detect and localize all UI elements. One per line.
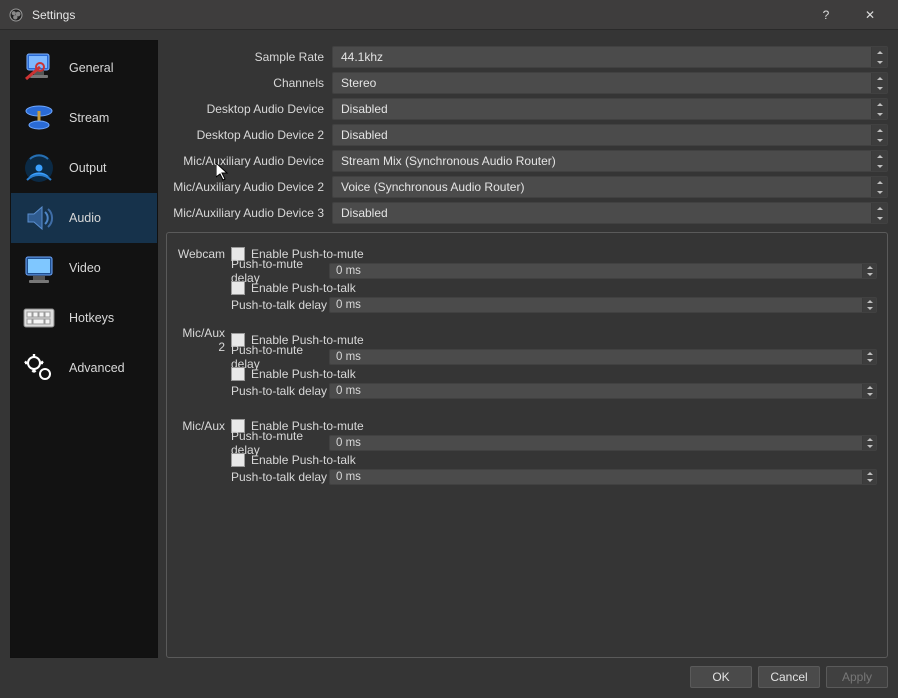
ok-label: OK (712, 670, 729, 684)
numedit-value: 0 ms (336, 385, 361, 397)
push-to-talk-label: Enable Push-to-talk (251, 453, 356, 467)
field-combo[interactable]: Stream Mix (Synchronous Audio Router) (332, 150, 888, 172)
push-to-mute-delay-input[interactable]: 0 ms (329, 349, 877, 365)
field-combo[interactable]: Disabled (332, 124, 888, 146)
help-icon: ? (823, 8, 830, 22)
push-to-talk-checkbox[interactable] (231, 453, 245, 467)
app-icon (8, 7, 24, 23)
numedit-value: 0 ms (336, 299, 361, 311)
field-combo[interactable]: Disabled (332, 98, 888, 120)
advanced-icon (19, 348, 59, 388)
field-combo[interactable]: 44.1khz (332, 46, 888, 68)
field-row: Desktop Audio Device 2 Disabled (166, 122, 888, 148)
sidebar-item-audio[interactable]: Audio (11, 193, 157, 243)
sidebar-item-label: Video (69, 261, 101, 275)
sidebar-item-output[interactable]: Output (11, 143, 157, 193)
sidebar-item-label: General (69, 61, 113, 75)
dialog-footer: OK Cancel Apply (10, 658, 888, 688)
sidebar-item-general[interactable]: General (11, 43, 157, 93)
output-icon (19, 148, 59, 188)
video-icon (19, 248, 59, 288)
combo-value: Voice (Synchronous Audio Router) (341, 180, 524, 194)
field-row: Mic/Auxiliary Audio Device 2 Voice (Synch… (166, 174, 888, 200)
apply-button[interactable]: Apply (826, 666, 888, 688)
stream-icon (19, 98, 59, 138)
sidebar-item-hotkeys[interactable]: Hotkeys (11, 293, 157, 343)
device-push-settings: WebcamEnable Push-to-mutePush-to-mute de… (166, 232, 888, 658)
device-name: Webcam (177, 247, 231, 261)
push-to-talk-label: Enable Push-to-talk (251, 281, 356, 295)
settings-main: Sample Rate 44.1khz Channels Stereo Desktop … (166, 40, 888, 658)
push-to-talk-delay-label: Push-to-talk delay (231, 384, 329, 398)
push-to-talk-delay-input[interactable]: 0 ms (329, 297, 877, 313)
sidebar-item-advanced[interactable]: Advanced (11, 343, 157, 393)
push-to-mute-delay-input[interactable]: 0 ms (329, 435, 877, 451)
sidebar-item-video[interactable]: Video (11, 243, 157, 293)
field-label: Mic/Auxiliary Audio Device (166, 154, 332, 168)
combo-value: 44.1khz (341, 50, 383, 64)
field-row: Sample Rate 44.1khz (166, 44, 888, 70)
device-block: Mic/AuxEnable Push-to-mutePush-to-mute d… (177, 417, 877, 485)
field-label: Channels (166, 76, 332, 90)
sidebar-item-label: Advanced (69, 361, 125, 375)
combo-value: Disabled (341, 102, 388, 116)
numedit-value: 0 ms (336, 265, 361, 277)
general-icon (19, 48, 59, 88)
field-label: Sample Rate (166, 50, 332, 64)
numedit-value: 0 ms (336, 471, 361, 483)
numedit-value: 0 ms (336, 437, 361, 449)
hotkeys-icon (19, 298, 59, 338)
help-button[interactable]: ? (804, 0, 848, 30)
device-name: Mic/Aux 2 (177, 326, 231, 354)
numedit-value: 0 ms (336, 351, 361, 363)
apply-label: Apply (842, 670, 872, 684)
sidebar-item-label: Stream (69, 111, 109, 125)
titlebar: Settings ? ✕ (0, 0, 898, 30)
field-row: Mic/Auxiliary Audio Device 3 Disabled (166, 200, 888, 226)
field-label: Mic/Auxiliary Audio Device 3 (166, 206, 332, 220)
audio-fields: Sample Rate 44.1khz Channels Stereo Desktop … (166, 40, 888, 232)
audio-icon (19, 198, 59, 238)
field-label: Desktop Audio Device 2 (166, 128, 332, 142)
field-row: Desktop Audio Device Disabled (166, 96, 888, 122)
ok-button[interactable]: OK (690, 666, 752, 688)
field-combo[interactable]: Voice (Synchronous Audio Router) (332, 176, 888, 198)
push-to-talk-delay-input[interactable]: 0 ms (329, 383, 877, 399)
push-to-talk-delay-label: Push-to-talk delay (231, 298, 329, 312)
field-row: Channels Stereo (166, 70, 888, 96)
push-to-talk-delay-label: Push-to-talk delay (231, 470, 329, 484)
close-button[interactable]: ✕ (848, 0, 892, 30)
sidebar-item-stream[interactable]: Stream (11, 93, 157, 143)
field-label: Desktop Audio Device (166, 102, 332, 116)
field-label: Mic/Auxiliary Audio Device 2 (166, 180, 332, 194)
push-to-talk-label: Enable Push-to-talk (251, 367, 356, 381)
device-block: WebcamEnable Push-to-mutePush-to-mute de… (177, 245, 877, 313)
push-to-talk-checkbox[interactable] (231, 281, 245, 295)
cancel-button[interactable]: Cancel (758, 666, 820, 688)
field-row: Mic/Auxiliary Audio Device Stream Mix (Sy… (166, 148, 888, 174)
sidebar-item-label: Hotkeys (69, 311, 114, 325)
device-block: Mic/Aux 2Enable Push-to-mutePush-to-mute… (177, 331, 877, 399)
window-title: Settings (32, 8, 804, 22)
field-combo[interactable]: Disabled (332, 202, 888, 224)
sidebar-item-label: Audio (69, 211, 101, 225)
push-to-talk-checkbox[interactable] (231, 367, 245, 381)
combo-value: Disabled (341, 128, 388, 142)
combo-value: Stream Mix (Synchronous Audio Router) (341, 154, 556, 168)
device-name: Mic/Aux (177, 419, 231, 433)
combo-value: Disabled (341, 206, 388, 220)
push-to-mute-delay-input[interactable]: 0 ms (329, 263, 877, 279)
field-combo[interactable]: Stereo (332, 72, 888, 94)
push-to-talk-delay-input[interactable]: 0 ms (329, 469, 877, 485)
settings-sidebar: General Stream Output Audio (10, 40, 158, 658)
close-icon: ✕ (865, 8, 875, 22)
combo-value: Stereo (341, 76, 376, 90)
sidebar-item-label: Output (69, 161, 107, 175)
cancel-label: Cancel (770, 670, 807, 684)
